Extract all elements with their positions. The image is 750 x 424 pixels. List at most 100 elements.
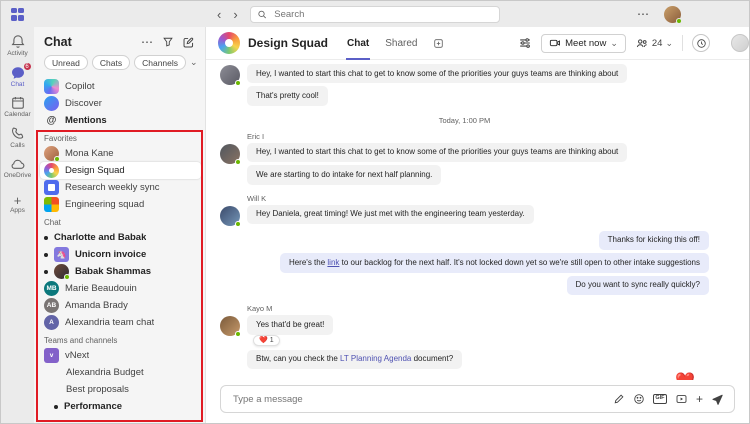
design-squad-avatar[interactable]	[218, 32, 240, 54]
more-options-icon[interactable]: ⋯	[141, 36, 154, 48]
section-title-chat[interactable]: Chat	[40, 213, 201, 229]
sidebar-item-label: Engineering squad	[65, 199, 145, 210]
sidebar-item-label: Copilot	[65, 81, 95, 92]
message-bubble[interactable]: We are starting to do intake for next ha…	[247, 165, 442, 185]
sidebar-list[interactable]: Copilot Discover @ Mentions Favorites Mo…	[34, 76, 205, 423]
participants-button[interactable]: 24 ⌄	[635, 37, 673, 50]
sidebar-item-mona-kane[interactable]: Mona Kane	[40, 145, 201, 162]
filter-icon[interactable]	[162, 36, 174, 48]
rail-item-label: Chat	[10, 80, 25, 88]
video-clip-icon[interactable]	[675, 393, 688, 405]
attach-plus-icon[interactable]: +	[696, 393, 703, 405]
teams-window: ‹ › ⋯ Activity 6 Chat Calendar	[0, 0, 750, 424]
message-bubble[interactable]: Hey, I wanted to start this chat to get …	[247, 64, 628, 84]
message-bubble[interactable]: Hey Daniela, great timing! We just met w…	[247, 204, 534, 224]
sidebar-item-design-squad[interactable]: Design Squad	[40, 162, 201, 179]
sidebar-item-engineering-squad[interactable]: Engineering squad	[40, 196, 201, 213]
reaction-badge[interactable]: ❤️ 1	[253, 334, 280, 346]
section-title-teams-and-channels[interactable]: Teams and channels	[40, 331, 201, 347]
divider	[682, 35, 683, 51]
rail-item-apps[interactable]: + Apps	[2, 190, 34, 218]
sidebar-item-alexandria-budget[interactable]: Alexandria Budget	[40, 364, 201, 381]
message-list[interactable]: Hey, I wanted to start this chat to get …	[206, 60, 749, 380]
message-bubble[interactable]: Yes that'd be great!	[247, 315, 334, 335]
sidebar-item-discover[interactable]: Discover	[40, 95, 201, 112]
rail-item-calendar[interactable]: Calendar	[2, 91, 34, 122]
rail-item-calls[interactable]: Calls	[2, 122, 34, 153]
tab-chat[interactable]: Chat	[346, 27, 370, 60]
sidebar-item-vnext[interactable]: v vNext	[40, 347, 201, 364]
gif-icon[interactable]: GIF	[652, 394, 667, 404]
sender-name: Eric I	[247, 131, 265, 141]
message-group: Yes that'd be great! ❤️ 1 Btw, can you c…	[220, 315, 709, 372]
backlog-link[interactable]: link	[327, 258, 339, 267]
message-input-box[interactable]: GIF +	[220, 385, 735, 413]
sidebar-item-copilot[interactable]: Copilot	[40, 78, 201, 95]
rail-item-onedrive[interactable]: OneDrive	[2, 152, 34, 183]
teams-logo[interactable]	[1, 7, 34, 21]
emoji-icon[interactable]	[633, 393, 645, 405]
sidebar-item-best-proposals[interactable]: Best proposals	[40, 381, 201, 398]
sidebar-item-unicorn-invoice[interactable]: 🦄 Unicorn invoice	[40, 246, 201, 263]
rail-item-label: Calls	[10, 141, 25, 149]
mention-icon: @	[46, 115, 57, 126]
chat-tabs: Chat Shared	[346, 27, 443, 60]
sidebar-item-performance[interactable]: Performance	[40, 398, 201, 415]
view-options-icon[interactable]	[518, 36, 532, 50]
filter-chats[interactable]: Chats	[91, 55, 131, 70]
meet-now-label: Meet now	[565, 37, 607, 49]
rail-item-chat[interactable]: 6 Chat	[2, 61, 34, 92]
sidebar-item-research-weekly-sync[interactable]: Research weekly sync	[40, 179, 201, 196]
send-icon[interactable]	[711, 393, 724, 406]
add-tab-icon[interactable]	[433, 38, 444, 49]
message-bubble[interactable]: Here's the link to our backlog for the n…	[279, 253, 709, 273]
message-bubble[interactable]: Hey, I wanted to start this chat to get …	[247, 142, 628, 163]
sidebar-item-label: Charlotte and Babak	[54, 232, 147, 243]
sidebar-item-amanda-brady[interactable]: AB Amanda Brady	[40, 297, 201, 314]
sidebar-item-label: Research weekly sync	[65, 182, 160, 193]
unread-dot	[44, 235, 48, 240]
user-avatar[interactable]	[664, 5, 682, 24]
sidebar-item-marie-beaudouin[interactable]: MB Marie Beaudouin	[40, 280, 201, 297]
team-avatar: v	[44, 348, 59, 363]
format-icon[interactable]	[613, 393, 625, 405]
research-sync-icon	[44, 180, 59, 195]
sidebar-item-babak-shammas[interactable]: Babak Shammas	[40, 263, 201, 280]
filter-pill-row: Unread Chats Channels ⌄	[34, 54, 205, 76]
search-bar[interactable]	[250, 5, 500, 23]
overflow-button[interactable]	[731, 34, 749, 52]
rail-item-label: OneDrive	[3, 172, 32, 179]
filter-channels[interactable]: Channels	[134, 55, 187, 70]
message-input[interactable]	[231, 392, 605, 406]
sidebar-item-alexandria-team-chat[interactable]: A Alexandria team chat	[40, 314, 201, 331]
avatar: AB	[44, 298, 59, 313]
message-bubble[interactable]: Btw, can you check the LT Planning Agend…	[247, 349, 463, 369]
message-bubble[interactable]: Do you want to sync really quickly?	[566, 275, 709, 296]
participant-count: 24	[651, 37, 663, 49]
avatar[interactable]	[220, 205, 241, 227]
forward-icon[interactable]: ›	[233, 8, 237, 21]
message-bubble[interactable]: Thanks for kicking this off!	[598, 230, 709, 251]
chevron-down-icon[interactable]: ⌄	[190, 58, 198, 67]
agenda-link[interactable]: LT Planning Agenda	[340, 354, 411, 363]
avatar: A	[44, 315, 59, 330]
back-icon[interactable]: ‹	[217, 8, 221, 21]
avatar	[44, 146, 60, 162]
avatar[interactable]	[220, 65, 241, 86]
search-input[interactable]	[272, 7, 493, 21]
more-icon[interactable]: ⋯	[637, 8, 650, 20]
sidebar-item-mentions[interactable]: @ Mentions	[40, 112, 201, 129]
tab-shared[interactable]: Shared	[384, 27, 418, 60]
filter-unread[interactable]: Unread	[44, 55, 88, 70]
new-chat-icon[interactable]	[182, 36, 195, 49]
sidebar-item-charlotte-and-babak[interactable]: Charlotte and Babak	[40, 229, 201, 246]
timer-button[interactable]	[692, 34, 710, 52]
avatar[interactable]	[220, 316, 241, 338]
avatar[interactable]	[220, 143, 241, 165]
meet-now-button[interactable]: Meet now ⌄	[541, 33, 626, 53]
message-bubble[interactable]: That's pretty cool!	[247, 86, 328, 106]
rail-item-activity[interactable]: Activity	[2, 30, 34, 61]
channel-label: Alexandria Budget	[66, 367, 144, 378]
compose-toolbar: GIF +	[613, 393, 724, 406]
section-title-favorites[interactable]: Favorites	[40, 129, 201, 145]
